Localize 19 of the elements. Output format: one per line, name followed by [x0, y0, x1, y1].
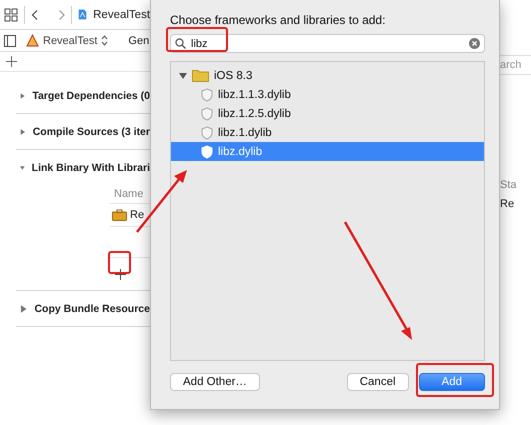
phase-title: Copy Bundle Resource — [34, 302, 150, 314]
table-cell: Re — [130, 209, 144, 221]
search-field[interactable]: libz — [170, 34, 485, 53]
dialog-button[interactable]: Add Other… — [170, 373, 260, 391]
phase-title: Compile Sources (3 iter — [32, 126, 150, 138]
table-cell-text: Re — [500, 197, 516, 212]
list-item[interactable]: libz.1.dylib — [171, 123, 484, 142]
dialog-title: Choose frameworks and libraries to add: — [170, 13, 386, 27]
phase-title: Link Binary With Librari — [32, 162, 150, 174]
list-item[interactable]: libz.1.2.5.dylib — [171, 104, 484, 123]
column-header: Sta — [500, 178, 518, 193]
dialog-button[interactable]: Cancel — [346, 373, 409, 391]
target-selector[interactable]: RevealTest — [43, 34, 98, 46]
phase-title: Target Dependencies (0 — [32, 90, 150, 102]
list-item[interactable]: libz.dylib — [171, 142, 484, 161]
file-tab[interactable]: RevealTest — [93, 8, 150, 20]
list-item[interactable]: libz.1.1.3.dylib — [171, 85, 484, 104]
editor-tab[interactable]: Gen — [128, 34, 150, 46]
tree-group[interactable]: iOS 8.3 — [214, 70, 252, 82]
